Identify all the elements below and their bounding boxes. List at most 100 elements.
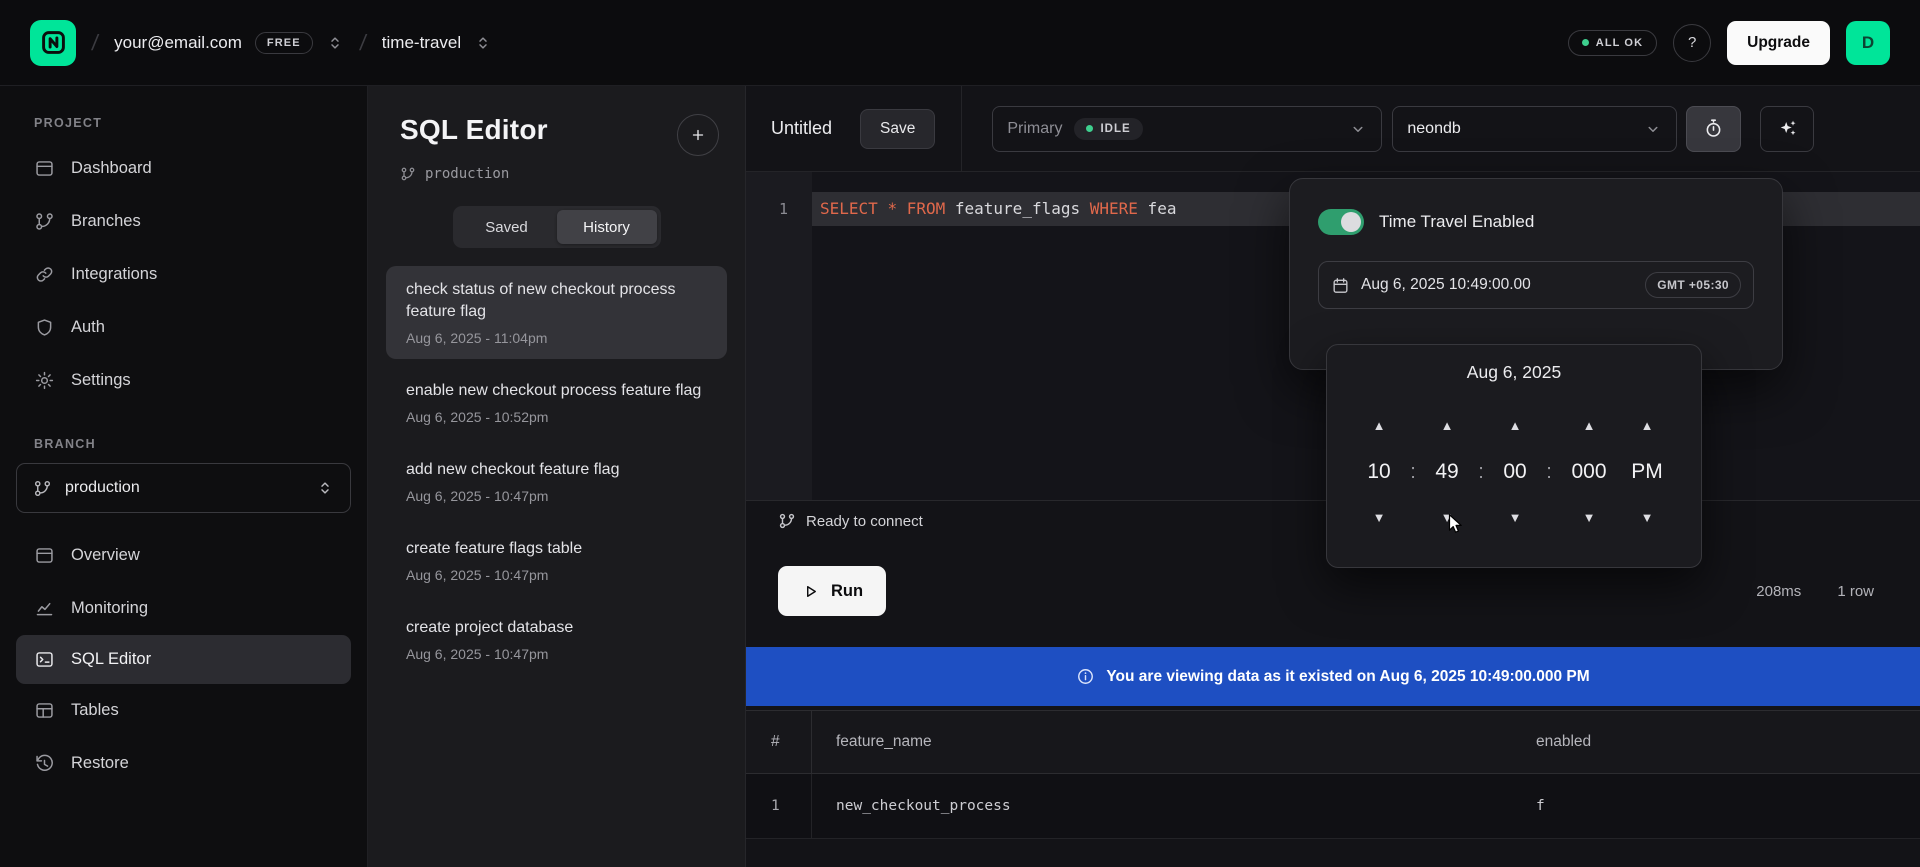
- chevron-updown-icon: [474, 34, 492, 52]
- neon-logo[interactable]: [30, 20, 76, 66]
- query-tab-title[interactable]: Untitled: [771, 118, 832, 139]
- sidebar-item-branches[interactable]: Branches: [0, 195, 367, 248]
- picker-date-label: Aug 6, 2025: [1327, 361, 1701, 383]
- status-badge[interactable]: ALL OK: [1568, 30, 1657, 56]
- cell-index: 1: [746, 774, 812, 838]
- panel-title: SQL Editor: [400, 114, 548, 146]
- gear-icon: [34, 370, 55, 391]
- help-button[interactable]: ?: [1673, 24, 1711, 62]
- breadcrumb-separator: /: [90, 30, 100, 56]
- tab-history[interactable]: History: [557, 210, 657, 244]
- sidebar-item-auth[interactable]: Auth: [0, 301, 367, 354]
- results-header: # feature_name enabled: [746, 710, 1920, 774]
- datetime-input[interactable]: Aug 6, 2025 10:49:00.00 GMT +05:30: [1318, 261, 1754, 309]
- compute-name: Primary: [1007, 120, 1062, 138]
- toggle-knob: [1341, 212, 1361, 232]
- play-icon: [801, 582, 820, 601]
- chart-icon: [34, 598, 55, 619]
- milliseconds-increment-button[interactable]: ▲: [1583, 419, 1596, 433]
- toolbar-divider: [961, 86, 962, 171]
- neon-console: / your@email.com FREE / time-travel ALL …: [0, 0, 1920, 867]
- tab-saved[interactable]: Saved: [457, 210, 557, 244]
- query-row-count: 1 row: [1837, 583, 1874, 600]
- chevron-updown-icon: [316, 479, 334, 497]
- neon-logo-icon: [40, 29, 67, 56]
- history-item-timestamp: Aug 6, 2025 - 10:52pm: [406, 409, 707, 425]
- hours-increment-button[interactable]: ▲: [1373, 419, 1386, 433]
- history-item-timestamp: Aug 6, 2025 - 10:47pm: [406, 646, 707, 662]
- history-item[interactable]: check status of new checkout process fea…: [386, 266, 727, 359]
- sidebar-item-dashboard[interactable]: Dashboard: [0, 142, 367, 195]
- history-item[interactable]: create feature flags table Aug 6, 2025 -…: [386, 525, 727, 596]
- database-select[interactable]: neondb: [1392, 106, 1677, 152]
- hours-decrement-button[interactable]: ▼: [1373, 511, 1386, 525]
- sidebar-item-sql-editor[interactable]: SQL Editor: [16, 635, 351, 684]
- run-button[interactable]: Run: [778, 566, 886, 616]
- history-item[interactable]: enable new checkout process feature flag…: [386, 367, 727, 438]
- minutes-value: 49: [1435, 459, 1458, 485]
- new-query-button[interactable]: [677, 114, 719, 156]
- avatar[interactable]: D: [1846, 21, 1890, 65]
- project-section-label: PROJECT: [34, 116, 333, 130]
- history-item[interactable]: create project database Aug 6, 2025 - 10…: [386, 604, 727, 675]
- seconds-spinner: ▲ 00 ▼: [1493, 419, 1537, 525]
- sidebar-item-label: Tables: [71, 701, 119, 720]
- timezone-badge: GMT +05:30: [1645, 272, 1741, 298]
- colon-separator: :: [1546, 459, 1552, 485]
- sidebar-item-overview[interactable]: Overview: [0, 529, 367, 582]
- colon-separator: :: [1478, 459, 1484, 485]
- query-stats: 208ms 1 row: [1756, 566, 1874, 616]
- help-label: ?: [1688, 34, 1696, 51]
- panel-branch-name: production: [425, 166, 509, 182]
- ai-assist-button[interactable]: [1760, 106, 1814, 152]
- account-menu[interactable]: your@email.com FREE: [114, 32, 344, 54]
- datetime-picker: Aug 6, 2025 ▲ 10 ▼ : ▲ 49 ▼ : ▲ 00 ▼ : ▲: [1326, 344, 1702, 568]
- column-header-feature-name: feature_name: [812, 711, 1512, 773]
- meridiem-decrement-button[interactable]: ▼: [1641, 511, 1654, 525]
- colon-separator: :: [1410, 459, 1416, 485]
- save-button[interactable]: Save: [860, 109, 935, 149]
- sql-text: feature_flags: [945, 199, 1090, 218]
- minutes-increment-button[interactable]: ▲: [1441, 419, 1454, 433]
- time-travel-toggle-label: Time Travel Enabled: [1379, 212, 1534, 232]
- editor-toolbar: Untitled Save Primary IDLE neondb: [746, 86, 1920, 172]
- compute-select[interactable]: Primary IDLE: [992, 106, 1382, 152]
- sidebar-item-label: Overview: [71, 546, 140, 565]
- seconds-decrement-button[interactable]: ▼: [1509, 511, 1522, 525]
- sidebar-item-integrations[interactable]: Integrations: [0, 248, 367, 301]
- upgrade-button[interactable]: Upgrade: [1727, 21, 1830, 65]
- sidebar-item-restore[interactable]: Restore: [0, 737, 367, 790]
- run-button-label: Run: [831, 582, 863, 601]
- table-icon: [34, 700, 55, 721]
- saved-history-tabs: Saved History: [453, 206, 661, 248]
- table-row: 1 new_checkout_process f: [746, 774, 1920, 839]
- status-dot-icon: [1086, 125, 1093, 132]
- stopwatch-icon: [1703, 118, 1724, 139]
- meridiem-increment-button[interactable]: ▲: [1641, 419, 1654, 433]
- sidebar-item-monitoring[interactable]: Monitoring: [0, 582, 367, 635]
- sidebar-item-settings[interactable]: Settings: [0, 354, 367, 407]
- sidebar-item-tables[interactable]: Tables: [0, 684, 367, 737]
- sql-text: [897, 199, 907, 218]
- project-menu[interactable]: time-travel: [382, 33, 492, 53]
- minutes-spinner: ▲ 49 ▼: [1425, 419, 1469, 525]
- history-item-timestamp: Aug 6, 2025 - 11:04pm: [406, 330, 707, 346]
- overview-icon: [34, 545, 55, 566]
- branch-selector[interactable]: production: [16, 463, 351, 513]
- sparkles-icon: [1777, 118, 1798, 139]
- query-duration: 208ms: [1756, 583, 1801, 600]
- mouse-cursor: [1444, 512, 1468, 541]
- time-travel-toggle[interactable]: [1318, 209, 1364, 235]
- history-item-title: create project database: [406, 617, 707, 639]
- milliseconds-decrement-button[interactable]: ▼: [1583, 511, 1596, 525]
- history-item[interactable]: add new checkout feature flag Aug 6, 202…: [386, 446, 727, 517]
- status-dot-icon: [1582, 39, 1589, 46]
- sidebar-item-label: Settings: [71, 371, 131, 390]
- history-item-timestamp: Aug 6, 2025 - 10:47pm: [406, 488, 707, 504]
- project-name: time-travel: [382, 33, 461, 53]
- plus-icon: [689, 126, 707, 144]
- seconds-increment-button[interactable]: ▲: [1509, 419, 1522, 433]
- compute-status-label: IDLE: [1100, 123, 1130, 135]
- sidebar-item-label: Branches: [71, 212, 141, 231]
- time-travel-button[interactable]: [1686, 106, 1741, 152]
